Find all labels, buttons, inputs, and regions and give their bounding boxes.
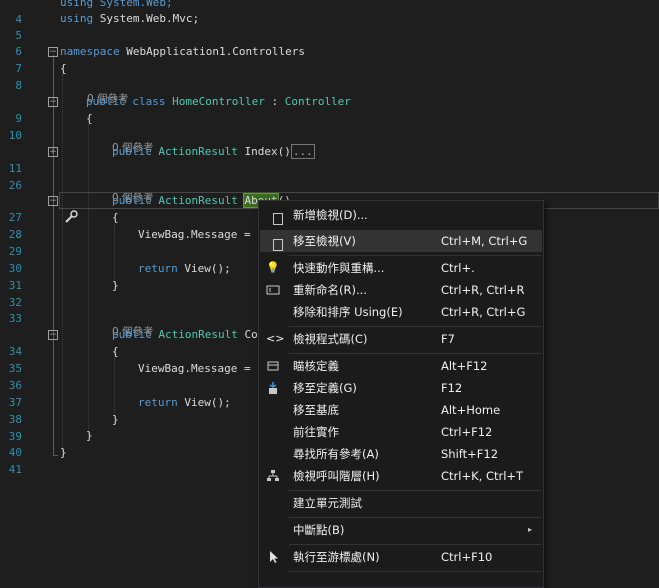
cursor-icon	[266, 550, 280, 564]
menu-item-view-code[interactable]: <> 檢視程式碼(C) F7	[260, 328, 542, 350]
collapse-toggle[interactable]: −	[48, 196, 58, 206]
code-text: ViewBag.Message = "	[138, 362, 264, 375]
menu-separator	[289, 353, 541, 354]
collapse-toggle[interactable]: −	[48, 97, 58, 107]
context-menu: 新增檢視(D)... 移至檢視(V) Ctrl+M, Ctrl+G 💡 快速動作…	[258, 200, 544, 588]
code-text: ViewBag.Message = "	[138, 228, 264, 241]
code-text: {	[112, 211, 119, 224]
menu-item-peek-definition[interactable]: 瞄核定義 Alt+F12	[260, 355, 542, 377]
lightbulb-icon: 💡	[266, 261, 280, 274]
menu-separator	[289, 571, 541, 572]
code-text: namespace WebApplication1.Controllers	[60, 45, 306, 58]
code-text: }	[112, 413, 119, 426]
code-text: {	[60, 62, 67, 75]
menu-item-go-to-base[interactable]: 移至基底 Alt+Home	[260, 399, 542, 421]
codelens-references[interactable]: 0 個參考	[0, 77, 659, 105]
menu-item-rename[interactable]: 重新命名(R)... Ctrl+R, Ctrl+R	[260, 279, 542, 301]
code-text: }	[112, 279, 119, 292]
code-line: 11 + public ActionResult Index()...	[0, 143, 659, 175]
codelens-references[interactable]: 0 個參考	[0, 176, 659, 204]
menu-item-quick-actions[interactable]: 💡 快速動作與重構... Ctrl+.	[260, 257, 542, 279]
menu-item-breakpoint[interactable]: 中斷點(B) ▸	[260, 519, 542, 541]
code-text: {	[112, 345, 119, 358]
expand-toggle[interactable]: +	[48, 147, 58, 157]
code-text: }	[60, 446, 67, 459]
menu-item-view-call-hierarchy[interactable]: 檢視呼叫階層(H) Ctrl+K, Ctrl+T	[260, 465, 542, 487]
screwdriver-icon[interactable]	[23, 193, 78, 223]
menu-item-create-unit-tests[interactable]: 建立單元測試	[260, 492, 542, 514]
menu-item-go-to-implementation[interactable]: 前往實作 Ctrl+F12	[260, 421, 542, 443]
menu-separator	[289, 255, 541, 256]
code-text: public ActionResult Index()...	[112, 144, 315, 159]
code-line: 6	[0, 26, 659, 58]
codelens-references[interactable]: 0 個參考	[0, 126, 659, 154]
menu-item-find-all-references[interactable]: 尋找所有參考(A) Shift+F12	[260, 443, 542, 465]
menu-item-add-view[interactable]: 新增檢視(D)...	[260, 204, 542, 226]
menu-separator	[289, 544, 541, 545]
collapse-toggle[interactable]: −	[48, 47, 58, 57]
rename-icon	[266, 283, 280, 297]
menu-separator	[289, 490, 541, 491]
code-text: using System.Web.Mvc;	[60, 12, 200, 25]
go-to-definition-icon	[266, 381, 280, 395]
code-text: public ActionResult Con	[112, 328, 265, 341]
code-icon: <>	[266, 332, 285, 345]
line-number: 41	[8, 463, 22, 476]
menu-separator	[289, 326, 541, 327]
code-text: public class HomeController : Controller	[86, 95, 351, 108]
code-line: 9 − public class HomeController : Contro…	[0, 93, 659, 125]
menu-item-run-to-cursor[interactable]: 執行至游標處(N) Ctrl+F10	[260, 546, 542, 568]
code-line: 8 {	[0, 60, 659, 92]
code-line: 7 − namespace WebApplication1.Controller…	[0, 43, 659, 75]
code-line: 26	[0, 160, 659, 192]
submenu-arrow-icon: ▸	[527, 525, 532, 534]
collapse-toggle[interactable]: −	[48, 330, 58, 340]
call-hierarchy-icon	[266, 469, 280, 483]
code-text: {	[86, 112, 93, 125]
code-text: return View();	[138, 262, 231, 275]
menu-item-go-to-view[interactable]: 移至檢視(V) Ctrl+M, Ctrl+G	[260, 230, 542, 252]
code-text: }	[86, 429, 93, 442]
peek-definition-icon	[266, 359, 280, 373]
menu-item-remove-sort-usings[interactable]: 移除和排序 Using(E) Ctrl+R, Ctrl+G	[260, 301, 542, 323]
code-line: 10 {	[0, 110, 659, 142]
collapsed-region: ...	[290, 144, 315, 159]
code-text: return View();	[138, 396, 231, 409]
add-view-icon	[266, 208, 283, 225]
menu-separator	[289, 517, 541, 518]
go-to-view-icon	[266, 234, 283, 251]
code-line: 5 using System.Web.Mvc;	[0, 10, 659, 42]
menu-item-go-to-definition[interactable]: 移至定義(G) F12	[260, 377, 542, 399]
